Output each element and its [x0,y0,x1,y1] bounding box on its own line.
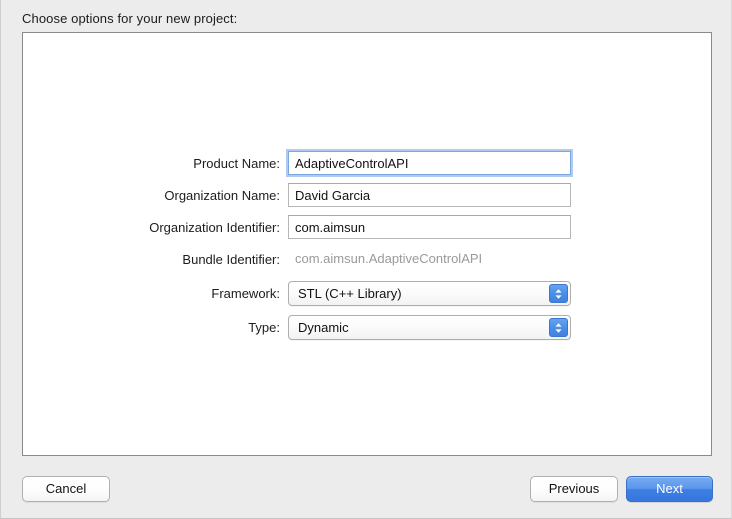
field-zone-framework: STL (C++ Library) [288,281,571,306]
organization-identifier-input[interactable] [288,215,571,239]
form-row-framework: Framework: STL (C++ Library) [23,281,713,306]
chevron-down-icon [555,294,562,299]
chevron-up-icon [555,288,562,293]
chevron-up-icon [555,322,562,327]
form-row-type: Type: Dynamic [23,315,713,340]
field-zone-type: Dynamic [288,315,571,340]
label-type: Type: [248,319,280,335]
field-zone-bundle-identifier: com.aimsun.AdaptiveControlAPI [288,247,571,271]
framework-selected-value: STL (C++ Library) [298,286,402,301]
new-project-options-dialog: Choose options for your new project: Pro… [0,0,732,519]
label-bundle-identifier: Bundle Identifier: [182,251,280,267]
cancel-button[interactable]: Cancel [22,476,110,502]
framework-select[interactable]: STL (C++ Library) [288,281,571,306]
dialog-title: Choose options for your new project: [22,11,238,26]
label-framework: Framework: [211,285,280,301]
options-panel: Product Name: Organization Name: Organiz… [22,32,712,456]
project-options-form: Product Name: Organization Name: Organiz… [23,151,713,347]
field-zone-organization-identifier [288,215,571,239]
product-name-input[interactable] [288,151,571,175]
form-row-organization-identifier: Organization Identifier: [23,215,713,239]
dialog-button-bar: Cancel Previous Next [1,470,732,510]
field-zone-organization-name [288,183,571,207]
previous-button[interactable]: Previous [530,476,618,502]
framework-stepper-arrows[interactable] [549,284,568,303]
chevron-down-icon [555,328,562,333]
next-button[interactable]: Next [626,476,713,502]
label-organization-name: Organization Name: [164,187,280,203]
form-row-product-name: Product Name: [23,151,713,175]
field-zone-product-name [288,151,571,175]
type-selected-value: Dynamic [298,320,349,335]
bundle-identifier-value: com.aimsun.AdaptiveControlAPI [295,251,483,266]
form-row-organization-name: Organization Name: [23,183,713,207]
label-organization-identifier: Organization Identifier: [149,219,280,235]
label-product-name: Product Name: [193,155,280,171]
type-select[interactable]: Dynamic [288,315,571,340]
type-stepper-arrows[interactable] [549,318,568,337]
form-row-bundle-identifier: Bundle Identifier: com.aimsun.AdaptiveCo… [23,247,713,271]
organization-name-input[interactable] [288,183,571,207]
